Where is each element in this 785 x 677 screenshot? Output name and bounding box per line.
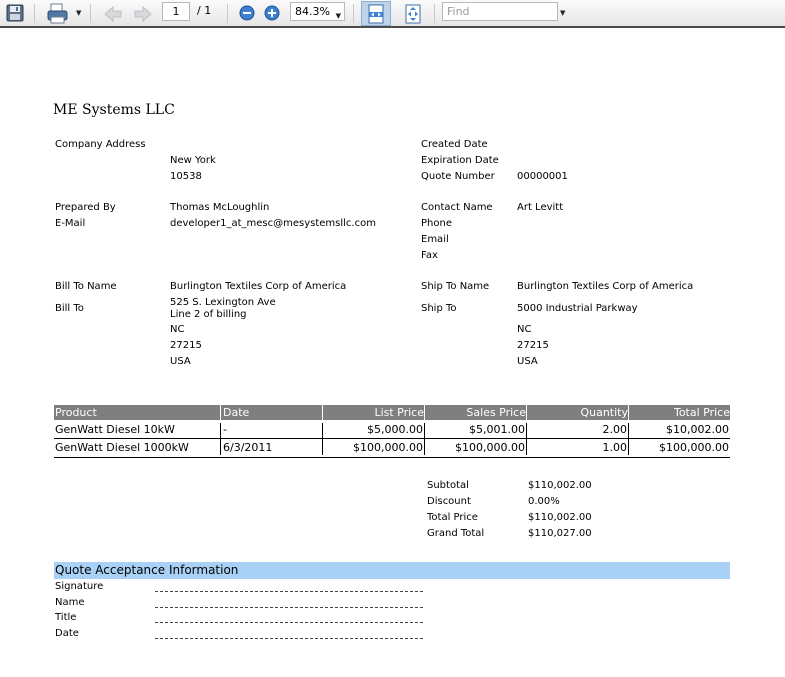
discount-value: 0.00% bbox=[528, 496, 560, 507]
row-sales-price: $5,001.00 bbox=[469, 423, 525, 436]
zoom-out-icon[interactable] bbox=[238, 4, 256, 22]
bill-street: 525 S. Lexington Ave bbox=[170, 297, 276, 308]
page-number-input[interactable]: 1 bbox=[162, 2, 190, 21]
ship-to-name-value: Burlington Textiles Corp of America bbox=[517, 281, 694, 292]
table-row-divider bbox=[54, 438, 730, 439]
ship-to-label: Ship To bbox=[421, 303, 457, 314]
email-label: E-Mail bbox=[55, 218, 86, 229]
total-price-value: $110,002.00 bbox=[528, 512, 592, 523]
bill-street-2: Line 2 of billing bbox=[170, 309, 247, 320]
date-line bbox=[155, 638, 423, 639]
contact-email-label: Email bbox=[421, 234, 449, 245]
ship-street: 5000 Industrial Parkway bbox=[517, 303, 638, 314]
col-sales-price: Sales Price bbox=[466, 406, 526, 419]
signature-label: Signature bbox=[55, 581, 104, 592]
viewer-toolbar: ▼ 1 / 1 84.3% ▼ Find ▼ bbox=[0, 0, 785, 28]
fit-width-button[interactable] bbox=[361, 1, 391, 26]
col-product: Product bbox=[55, 406, 97, 419]
table-divider bbox=[220, 423, 221, 455]
quote-number-label: Quote Number bbox=[421, 171, 495, 182]
grand-total-label: Grand Total bbox=[427, 528, 485, 539]
print-options-dropdown-icon[interactable]: ▼ bbox=[76, 9, 81, 17]
zoom-dropdown-icon[interactable]: ▼ bbox=[336, 8, 341, 25]
company-address-zip: 10538 bbox=[170, 171, 202, 182]
print-icon[interactable] bbox=[46, 3, 70, 25]
company-address-label: Company Address bbox=[55, 139, 146, 150]
table-divider bbox=[628, 423, 629, 455]
email-value: developer1_at_mesc@mesystemsllc.com bbox=[170, 218, 376, 229]
bill-zip: 27215 bbox=[170, 340, 202, 351]
col-quantity: Quantity bbox=[580, 406, 628, 419]
table-bottom-border bbox=[54, 457, 730, 458]
title-line bbox=[155, 622, 423, 623]
quote-document: ME Systems LLC Company Address New York … bbox=[0, 30, 785, 677]
contact-name-value: Art Levitt bbox=[517, 202, 564, 213]
table-divider bbox=[322, 423, 323, 455]
contact-name-label: Contact Name bbox=[421, 202, 493, 213]
row-date: 6/3/2011 bbox=[223, 441, 273, 454]
page-total-label: / 1 bbox=[197, 4, 212, 17]
col-date: Date bbox=[223, 406, 250, 419]
quote-number-value: 00000001 bbox=[517, 171, 568, 182]
previous-page-icon[interactable] bbox=[103, 4, 123, 24]
title-label: Title bbox=[55, 612, 77, 623]
ship-zip: 27215 bbox=[517, 340, 549, 351]
name-label: Name bbox=[55, 597, 85, 608]
subtotal-label: Subtotal bbox=[427, 480, 469, 491]
prepared-by-label: Prepared By bbox=[55, 202, 116, 213]
save-icon[interactable] bbox=[5, 3, 25, 23]
fit-page-icon[interactable] bbox=[402, 3, 424, 25]
company-address-city: New York bbox=[170, 155, 216, 166]
ship-to-name-label: Ship To Name bbox=[421, 281, 490, 292]
find-options-dropdown-icon[interactable]: ▼ bbox=[560, 9, 565, 17]
table-divider bbox=[526, 423, 527, 455]
product-table-header: Product Date List Price Sales Price Quan… bbox=[54, 405, 730, 420]
name-line bbox=[155, 607, 423, 608]
bill-to-label: Bill To bbox=[55, 303, 84, 314]
row-sales-price: $100,000.00 bbox=[455, 441, 525, 454]
grand-total-value: $110,027.00 bbox=[528, 528, 592, 539]
table-divider bbox=[424, 423, 425, 455]
zoom-in-icon[interactable] bbox=[263, 4, 281, 22]
row-list-price: $5,000.00 bbox=[367, 423, 423, 436]
created-date-label: Created Date bbox=[421, 139, 488, 150]
bill-country: USA bbox=[170, 356, 191, 367]
zoom-level-select[interactable]: 84.3% ▼ bbox=[290, 2, 345, 21]
discount-label: Discount bbox=[427, 496, 471, 507]
row-product: GenWatt Diesel 1000kW bbox=[55, 441, 189, 454]
row-quantity: 1.00 bbox=[602, 441, 628, 454]
ship-country: USA bbox=[517, 356, 538, 367]
row-product: GenWatt Diesel 10kW bbox=[55, 423, 175, 436]
total-price-label: Total Price bbox=[427, 512, 478, 523]
bill-to-name-value: Burlington Textiles Corp of America bbox=[170, 281, 347, 292]
next-page-icon[interactable] bbox=[133, 4, 153, 24]
acceptance-section-title: Quote Acceptance Information bbox=[55, 563, 239, 577]
signature-line bbox=[155, 591, 423, 592]
fax-label: Fax bbox=[421, 250, 438, 261]
prepared-by-value: Thomas McLoughlin bbox=[170, 202, 270, 213]
bill-state: NC bbox=[170, 324, 185, 335]
row-total-price: $10,002.00 bbox=[666, 423, 729, 436]
find-input[interactable]: Find bbox=[442, 2, 558, 21]
subtotal-value: $110,002.00 bbox=[528, 480, 592, 491]
company-name: ME Systems LLC bbox=[53, 102, 175, 118]
row-total-price: $100,000.00 bbox=[659, 441, 729, 454]
row-date: - bbox=[223, 423, 227, 436]
col-list-price: List Price bbox=[374, 406, 424, 419]
row-list-price: $100,000.00 bbox=[353, 441, 423, 454]
bill-to-name-label: Bill To Name bbox=[55, 281, 117, 292]
phone-label: Phone bbox=[421, 218, 452, 229]
ship-state: NC bbox=[517, 324, 532, 335]
col-total-price: Total Price bbox=[673, 406, 730, 419]
row-quantity: 2.00 bbox=[602, 423, 628, 436]
date-label: Date bbox=[55, 628, 79, 639]
zoom-level-value: 84.3% bbox=[295, 5, 330, 18]
acceptance-section-header: Quote Acceptance Information bbox=[54, 562, 730, 579]
expiration-date-label: Expiration Date bbox=[421, 155, 499, 166]
fit-width-icon bbox=[368, 4, 384, 23]
